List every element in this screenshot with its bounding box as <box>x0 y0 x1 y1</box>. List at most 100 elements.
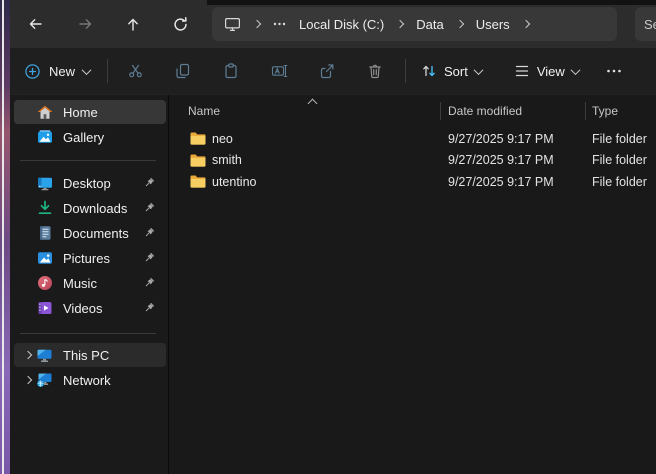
view-button[interactable]: View <box>505 64 588 79</box>
sidebar-divider <box>20 333 156 334</box>
sidebar-divider <box>20 160 156 161</box>
column-divider[interactable] <box>585 102 586 120</box>
copy-icon <box>175 63 191 79</box>
forward-arrow-icon <box>77 16 94 32</box>
desktop-background-strip <box>0 0 10 474</box>
rename-icon <box>271 63 288 79</box>
column-header-date-modified[interactable]: Date modified <box>440 104 585 118</box>
search-placeholder: Search <box>644 17 656 32</box>
cut-scissors-icon <box>127 63 144 79</box>
breadcrumb-chevron-icon[interactable] <box>253 20 261 28</box>
desktop-background-line <box>2 0 4 474</box>
sidebar-item-network[interactable]: Network <box>14 368 166 392</box>
file-list-pane: Name Date modified Type <box>169 95 656 474</box>
music-icon <box>36 275 53 292</box>
view-list-icon <box>514 64 530 78</box>
breadcrumb-folder-users[interactable]: Users <box>476 17 510 32</box>
refresh-icon <box>172 16 189 33</box>
pin-icon <box>143 177 155 189</box>
sidebar-item-label: Pictures <box>63 251 110 266</box>
new-button-label: New <box>49 64 75 79</box>
breadcrumb-chevron-icon[interactable] <box>521 20 529 28</box>
paste-clipboard-icon <box>223 63 239 79</box>
address-bar[interactable]: Local Disk (C:) Data Users <box>212 7 617 41</box>
file-row-utentino[interactable]: utentino 9/27/2025 9:17 PM File folder <box>169 171 656 193</box>
file-date-modified: 9/27/2025 9:17 PM <box>440 132 585 146</box>
sidebar-item-label: Home <box>63 105 98 120</box>
more-options-button[interactable] <box>596 55 632 87</box>
expand-chevron-icon[interactable] <box>20 377 36 383</box>
sidebar-item-music[interactable]: Music <box>14 271 166 295</box>
up-button[interactable] <box>117 10 149 38</box>
expand-chevron-icon[interactable] <box>20 352 36 358</box>
breadcrumb-chevron-icon[interactable] <box>455 20 463 28</box>
navigation-bar: Local Disk (C:) Data Users Search <box>10 0 656 48</box>
paste-button[interactable] <box>209 55 253 87</box>
column-divider[interactable] <box>440 102 441 120</box>
file-row-smith[interactable]: smith 9/27/2025 9:17 PM File folder <box>169 150 656 172</box>
column-header-type[interactable]: Type <box>585 104 656 118</box>
folder-icon <box>190 175 206 188</box>
tab-bar-edge <box>207 0 656 5</box>
pictures-icon <box>36 250 53 267</box>
sidebar-item-gallery[interactable]: Gallery <box>14 125 166 149</box>
file-row-neo[interactable]: neo 9/27/2025 9:17 PM File folder <box>169 128 656 150</box>
delete-button[interactable] <box>353 55 397 87</box>
sidebar-item-label: Documents <box>63 226 129 241</box>
breadcrumb-drive[interactable]: Local Disk (C:) <box>299 17 384 32</box>
sidebar-item-label: This PC <box>63 348 109 363</box>
new-button[interactable]: New <box>24 63 90 80</box>
folder-icon <box>190 132 206 145</box>
breadcrumb-chevron-icon[interactable] <box>396 20 404 28</box>
file-name: neo <box>212 132 233 146</box>
sidebar-item-this-pc[interactable]: This PC <box>14 343 166 367</box>
rename-button[interactable] <box>257 55 301 87</box>
pin-icon <box>143 252 155 264</box>
refresh-button[interactable] <box>164 10 196 38</box>
sort-button-label: Sort <box>444 64 468 79</box>
copy-button[interactable] <box>161 55 205 87</box>
file-date-modified: 9/27/2025 9:17 PM <box>440 153 585 167</box>
sidebar-item-documents[interactable]: Documents <box>14 221 166 245</box>
explorer-window: Local Disk (C:) Data Users Search New <box>10 0 656 474</box>
column-headers: Name Date modified Type <box>169 98 656 124</box>
chevron-down-icon <box>473 65 483 75</box>
toolbar-divider <box>107 59 108 83</box>
forward-button[interactable] <box>69 10 101 38</box>
videos-icon <box>36 300 53 317</box>
share-button[interactable] <box>305 55 349 87</box>
network-icon <box>36 372 53 389</box>
downloads-icon <box>36 200 53 217</box>
desktop-icon <box>36 175 53 192</box>
back-button[interactable] <box>19 10 51 38</box>
sidebar-item-home[interactable]: Home <box>14 100 166 124</box>
sort-arrows-icon <box>421 63 437 79</box>
sort-ascending-icon <box>308 99 318 109</box>
file-type: File folder <box>585 153 656 167</box>
chevron-down-icon <box>82 65 92 75</box>
file-explorer-window: Local Disk (C:) Data Users Search New <box>0 0 656 474</box>
column-header-name[interactable]: Name <box>169 104 440 118</box>
file-type: File folder <box>585 175 656 189</box>
content-area: Home Gallery Desktop <box>10 95 656 474</box>
home-icon <box>36 104 53 121</box>
breadcrumb-folder-data[interactable]: Data <box>416 17 443 32</box>
sidebar-item-videos[interactable]: Videos <box>14 296 166 320</box>
search-input[interactable]: Search <box>635 7 656 41</box>
pin-icon <box>143 302 155 314</box>
command-toolbar: New <box>10 48 656 95</box>
file-name: utentino <box>212 175 256 189</box>
cut-button[interactable] <box>113 55 157 87</box>
back-arrow-icon <box>27 16 44 32</box>
sidebar-item-label: Network <box>63 373 111 388</box>
sidebar-item-downloads[interactable]: Downloads <box>14 196 166 220</box>
sidebar-item-label: Videos <box>63 301 103 316</box>
sort-button[interactable]: Sort <box>412 63 491 79</box>
sidebar-item-label: Gallery <box>63 130 104 145</box>
location-monitor-icon <box>224 17 241 32</box>
chevron-down-icon <box>570 65 580 75</box>
breadcrumb-overflow-icon[interactable] <box>273 22 286 26</box>
gallery-icon <box>36 129 53 146</box>
sidebar-item-desktop[interactable]: Desktop <box>14 171 166 195</box>
sidebar-item-pictures[interactable]: Pictures <box>14 246 166 270</box>
